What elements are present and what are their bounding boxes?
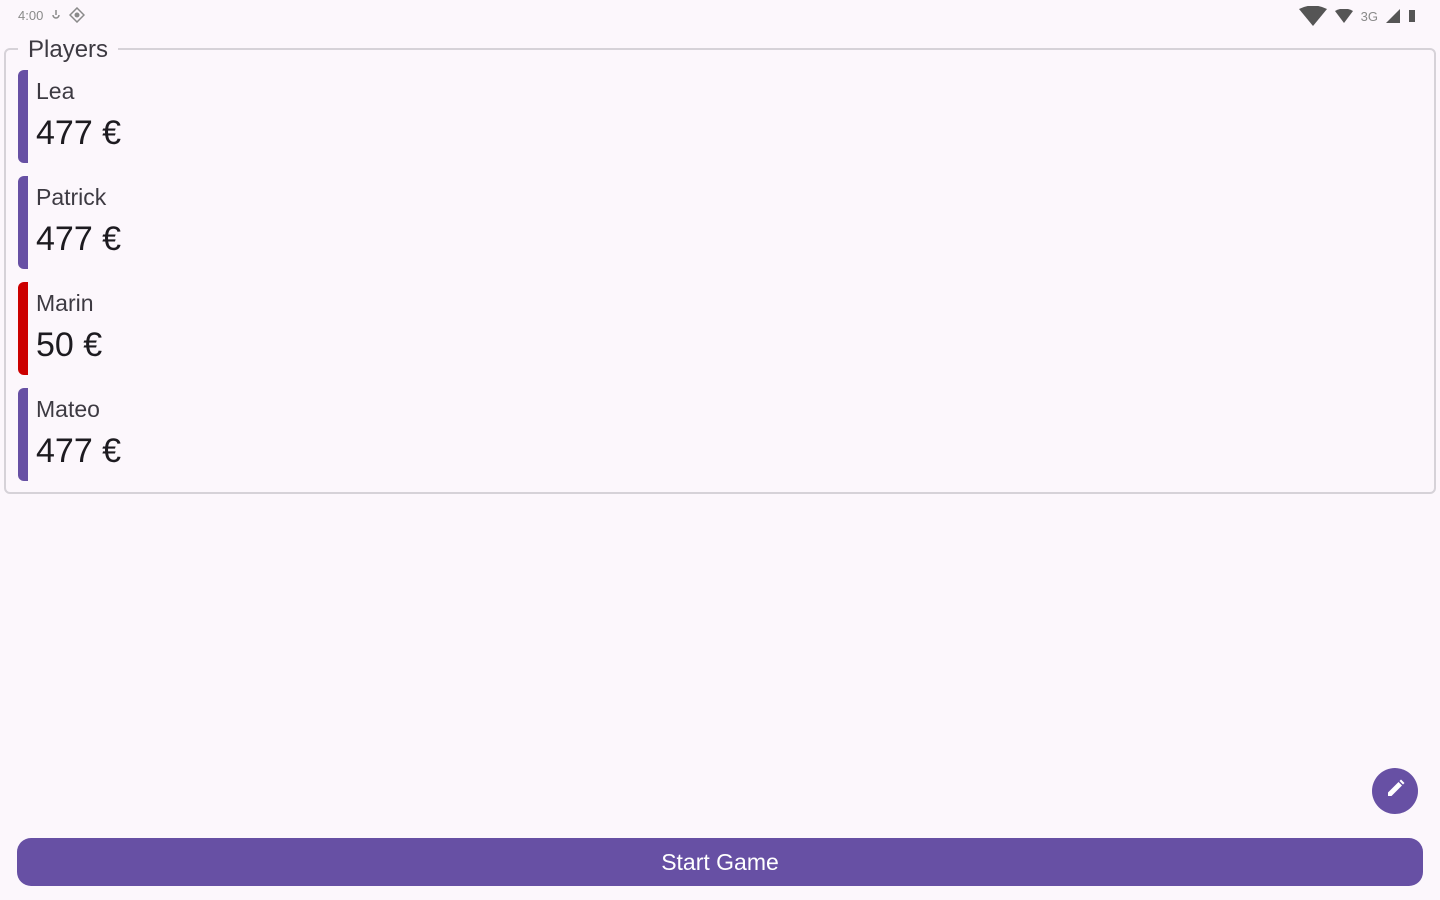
- gear-icon: [69, 7, 86, 23]
- edit-button[interactable]: [1372, 768, 1418, 814]
- player-color-stripe: [18, 282, 28, 375]
- player-color-stripe: [18, 388, 28, 481]
- player-balance: 477 €: [36, 114, 122, 152]
- signal-icon: [1386, 9, 1400, 23]
- player-card[interactable]: Patrick 477 €: [18, 176, 1418, 269]
- player-name: Patrick: [36, 184, 107, 210]
- status-left: 4:00: [18, 7, 86, 23]
- wifi-icon: [1298, 6, 1327, 26]
- network-label: 3G: [1360, 8, 1378, 24]
- pencil-icon: [1384, 778, 1406, 805]
- status-right: 3G: [1298, 6, 1416, 26]
- player-color-stripe: [18, 70, 28, 163]
- battery-icon: [1408, 9, 1416, 23]
- player-balance: 477 €: [36, 220, 122, 258]
- wifi-small-icon: [1334, 9, 1353, 23]
- player-card[interactable]: Marin 50 €: [18, 282, 1418, 375]
- player-name: Lea: [36, 78, 75, 104]
- player-color-stripe: [18, 176, 28, 269]
- player-card[interactable]: Lea 477 €: [18, 70, 1418, 163]
- settings-icon: [51, 9, 61, 21]
- player-name: Marin: [36, 290, 94, 316]
- players-title: Players: [18, 36, 119, 64]
- player-list: Lea 477 € Patrick 477 € Marin 50 € Mateo…: [18, 70, 1418, 494]
- status-bar: 4:00 3G: [0, 0, 1440, 32]
- status-time: 4:00: [18, 7, 44, 23]
- start-game-button[interactable]: Start Game: [17, 838, 1423, 886]
- player-card[interactable]: Mateo 477 €: [18, 388, 1418, 481]
- player-balance: 477 €: [36, 432, 122, 470]
- player-name: Mateo: [36, 396, 100, 422]
- player-balance: 50 €: [36, 326, 103, 364]
